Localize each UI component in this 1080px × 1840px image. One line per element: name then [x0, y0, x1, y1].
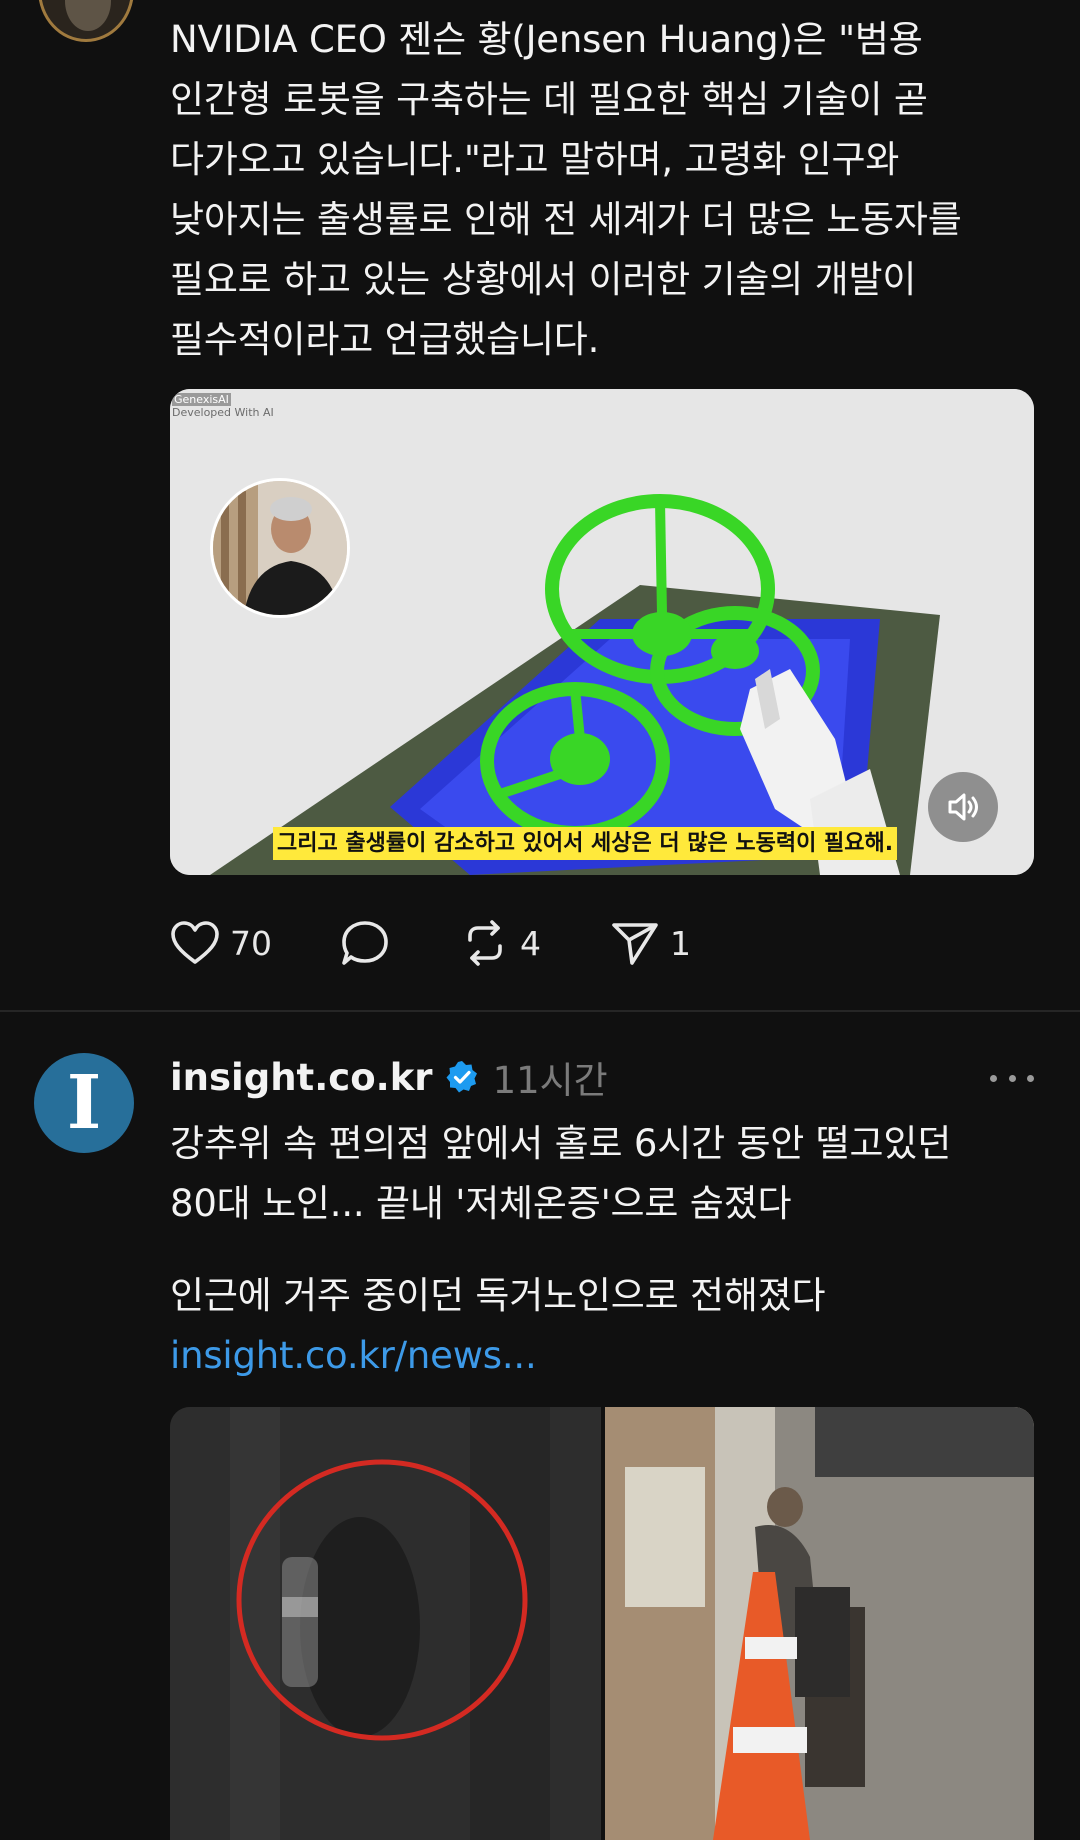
post-text-line: 낮아지는 출생률로 인해 전 세계가 더 많은 노동자를	[170, 198, 962, 241]
image-gallery[interactable]	[170, 1407, 1034, 1840]
post-text-line: NVIDIA CEO 젠슨 황(Jensen Huang)은 "범용	[170, 18, 923, 61]
more-icon	[1027, 1074, 1034, 1082]
watermark-subtext: Developed With AI	[172, 406, 274, 419]
video-frame	[170, 389, 1034, 875]
post-title: 강추위 속 편의점 앞에서 홀로 6시간 동안 떨고있던 80대 노인... 끝…	[170, 1114, 1030, 1234]
send-icon	[612, 923, 658, 965]
watermark: GenexisAI Developed With AI	[172, 393, 274, 419]
post-link[interactable]: insight.co.kr/news...	[170, 1326, 1030, 1386]
post-link-row: insight.co.kr/news...	[170, 1326, 1030, 1386]
like-count: 70	[230, 923, 272, 963]
like-button[interactable]: 70	[170, 915, 272, 971]
volume-button[interactable]	[928, 772, 998, 842]
username[interactable]: insight.co.kr	[170, 1056, 433, 1099]
verified-icon	[446, 1061, 477, 1093]
watermark-brand: GenexisAI	[172, 393, 231, 406]
post-header: insight.co.kr 11시간	[170, 1052, 608, 1103]
more-icon	[1008, 1074, 1016, 1082]
repost-count: 4	[520, 923, 541, 963]
post-text-line: 필요로 하고 있는 상황에서 이러한 기술의 개발이	[170, 258, 917, 301]
heart-icon	[171, 921, 219, 964]
author-avatar[interactable]: I	[34, 1053, 134, 1153]
more-icon	[990, 1074, 997, 1082]
comment-button[interactable]	[340, 915, 390, 971]
verified-badge	[445, 1060, 479, 1094]
avatar-letter: I	[66, 1060, 102, 1146]
author-avatar[interactable]	[38, 0, 134, 42]
share-button[interactable]: 1	[610, 915, 691, 971]
comment-icon	[342, 921, 388, 965]
video-player[interactable]: GenexisAI Developed With AI 그리고 출생률이 감소하…	[170, 389, 1034, 875]
post-text-line: 인간형 로봇을 구축하는 데 필요한 핵심 기술이 곧	[170, 78, 928, 121]
post-timestamp: 11시간	[492, 1059, 608, 1102]
share-count: 1	[670, 923, 691, 963]
more-options-button[interactable]	[990, 1064, 1034, 1092]
volume-icon	[948, 793, 978, 821]
street-image[interactable]	[605, 1407, 1034, 1840]
inset-portrait	[210, 478, 350, 618]
post-text-line: 필수적이라고 언급했습니다.	[170, 318, 600, 361]
repost-icon	[468, 920, 502, 966]
post-divider	[0, 1010, 1080, 1012]
video-caption: 그리고 출생률이 감소하고 있어서 세상은 더 많은 노동력이 필요해.	[273, 827, 898, 860]
post-text-line: 인근에 거주 중이던 독거노인으로 전해졌다	[170, 1274, 826, 1317]
post-subtitle: 인근에 거주 중이던 독거노인으로 전해졌다	[170, 1266, 1030, 1326]
cctv-image[interactable]	[170, 1407, 601, 1840]
post-text-line: 80대 노인... 끝내 '저체온증'으로 숨졌다	[170, 1182, 792, 1225]
post-text: NVIDIA CEO 젠슨 황(Jensen Huang)은 "범용 인간형 로…	[170, 10, 1030, 370]
post-text-line: 다가오고 있습니다."라고 말하며, 고령화 인구와	[170, 138, 900, 181]
repost-button[interactable]: 4	[460, 915, 541, 971]
post-text-line: 강추위 속 편의점 앞에서 홀로 6시간 동안 떨고있던	[170, 1122, 952, 1165]
